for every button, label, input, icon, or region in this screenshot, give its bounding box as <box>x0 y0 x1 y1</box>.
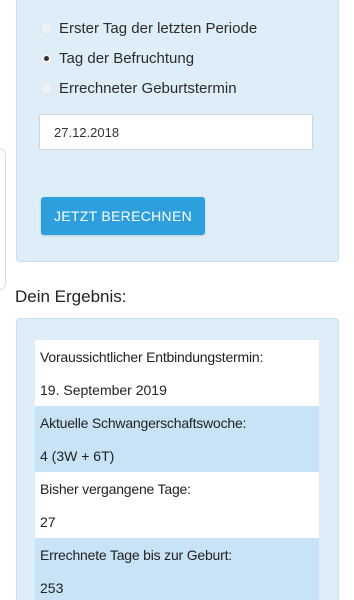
result-value-days-passed: 27 <box>35 505 319 538</box>
radio-option-due-date[interactable]: Errechneter Geburtstermin <box>40 78 237 98</box>
radio-label: Erster Tag der letzten Periode <box>59 19 258 37</box>
side-drawer-handle[interactable] <box>0 148 6 290</box>
radio-label: Tag der Befruchtung <box>59 49 195 67</box>
calculate-button[interactable]: JETZT BERECHNEN <box>41 197 205 235</box>
radio-button[interactable] <box>40 81 53 95</box>
result-value-due-date: 19. September 2019 <box>35 373 319 406</box>
result-label-days-remaining: Errechnete Tage bis zur Geburt: <box>35 538 319 571</box>
radio-option-last-period[interactable]: Erster Tag der letzten Periode <box>40 18 257 38</box>
result-table: Voraussichtlicher Entbindungstermin: 19.… <box>35 340 319 600</box>
result-label-current-week: Aktuelle Schwangerschaftswoche: <box>35 406 319 439</box>
radio-button-selected[interactable] <box>40 51 53 65</box>
date-input[interactable] <box>39 114 313 150</box>
radio-label: Errechneter Geburtstermin <box>59 79 237 97</box>
result-label-due-date: Voraussichtlicher Entbindungstermin: <box>35 340 319 373</box>
result-heading: Dein Ergebnis: <box>15 287 127 306</box>
radio-option-conception-day[interactable]: Tag der Befruchtung <box>40 48 194 68</box>
result-value-days-remaining: 253 <box>35 571 319 600</box>
result-value-current-week: 4 (3W + 6T) <box>35 439 319 472</box>
radio-button[interactable] <box>40 21 53 35</box>
result-label-days-passed: Bisher vergangene Tage: <box>35 472 319 505</box>
